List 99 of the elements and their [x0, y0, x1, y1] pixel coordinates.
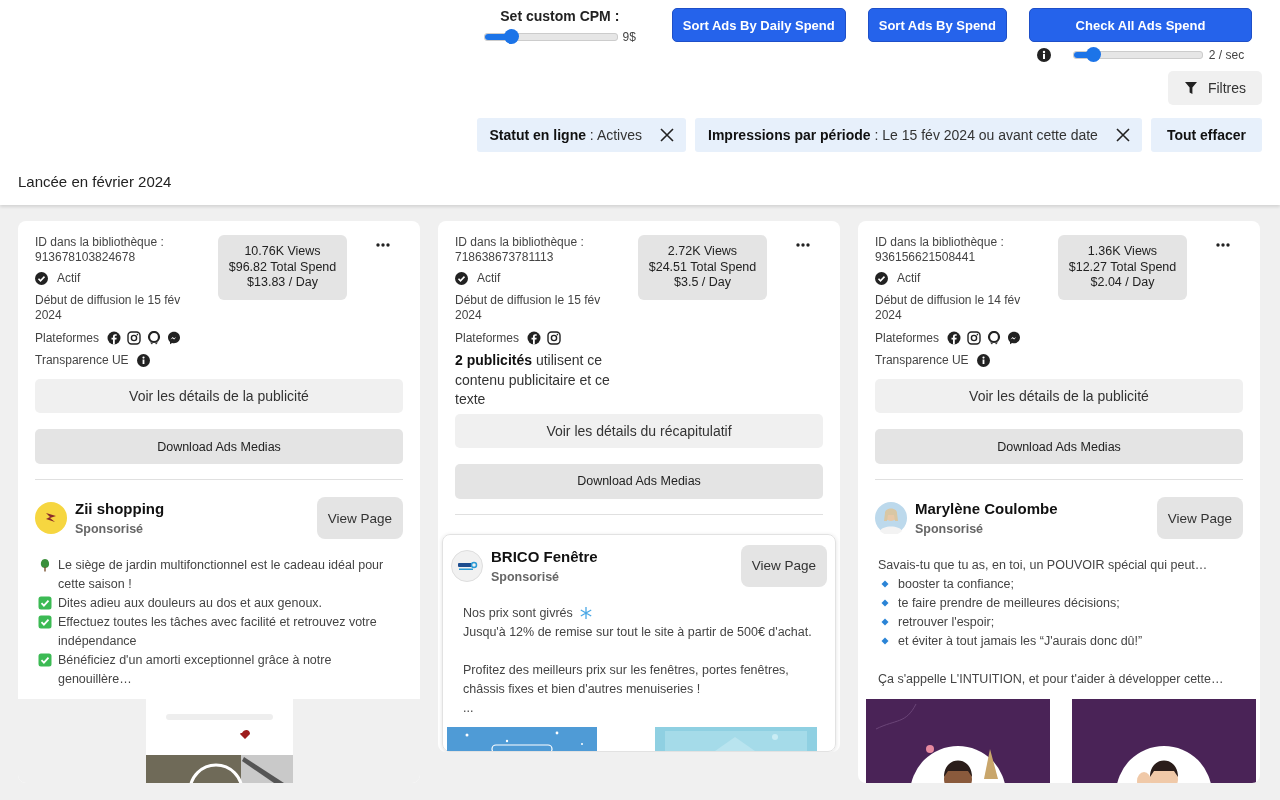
slider-thumb[interactable] — [1086, 47, 1101, 62]
audience-icon — [987, 331, 1002, 345]
stat-text: $96.82 Total Spend — [227, 259, 338, 275]
transparency-label: Transparence UE — [35, 353, 129, 367]
ad-text: Le siège de jardin multifonctionnel est le cadeau idéal pour cette saison ! — [58, 557, 385, 593]
library-id: 936156621508441 — [875, 250, 977, 265]
ad-text: Effectuez toutes les tâches avec facilité et retrouvez votre indépendance — [58, 614, 378, 650]
ad-text: Jusqu'à 12% de remise sur tout le site à partir de 500€ d'achat. — [463, 623, 812, 641]
sponsored-label: Sponsorisé — [915, 522, 985, 536]
view-page-button[interactable]: View Page — [1156, 497, 1243, 539]
slider-value: 2 / sec — [1208, 48, 1245, 62]
check-circle-icon — [35, 271, 48, 285]
ad-text: Bénéficiez d'un amorti exceptionnel grâce à notre genouillère… — [58, 652, 333, 688]
ad-text: Nos prix sont givrés — [463, 604, 573, 622]
info-icon — [976, 353, 990, 367]
slider-value: 9$ — [622, 30, 636, 44]
ad-text: te faire prendre de meilleures décisions; — [898, 595, 1120, 612]
sponsored-label: Sponsorisé — [75, 522, 145, 536]
details-button[interactable]: Voir les détails de la publicité — [875, 379, 1243, 413]
check-circle-icon — [455, 271, 468, 285]
stat-text: $12.27 Total Spend — [1067, 259, 1178, 275]
checkbox-icon — [38, 596, 52, 610]
close-icon[interactable] — [658, 126, 676, 144]
check-circle-icon — [875, 271, 888, 285]
details-button[interactable]: Voir les détails du récapitulatif — [455, 413, 823, 448]
stat-text: $13.83 / Day — [246, 275, 319, 291]
view-page-button[interactable]: View Page — [740, 544, 827, 587]
facebook-icon — [107, 331, 122, 345]
library-id: 718638673781113 — [455, 250, 555, 265]
library-id: 913678103824678 — [35, 250, 137, 265]
start-date: Début de diffusion le 15 fév 2024 — [455, 293, 602, 323]
ad-text: ... — [463, 699, 474, 717]
snowflake-icon — [578, 605, 593, 620]
filter-icon — [1183, 81, 1198, 95]
download-button[interactable]: Download Ads Medias — [35, 429, 403, 464]
more-icon — [376, 243, 390, 247]
section-title: Lancée en février 2024 — [18, 173, 173, 190]
avatar-icon — [451, 549, 483, 582]
facebook-icon — [947, 331, 962, 345]
status-text: Actif — [477, 271, 501, 285]
instagram-icon — [127, 331, 142, 345]
info-icon — [1036, 48, 1051, 62]
status-text: Actif — [57, 271, 81, 285]
stat-text: $24.51 Total Spend — [647, 259, 758, 275]
id-label: ID dans la bibliothèque : — [35, 235, 165, 250]
ad-text: et éviter à tout jamais les “J'aurais donc dû!” — [898, 633, 1143, 650]
close-icon[interactable] — [1113, 126, 1132, 144]
ad-text: booster ta confiance; — [898, 576, 1015, 593]
audience-icon — [147, 331, 162, 345]
start-date: Début de diffusion le 15 fév 2024 — [35, 293, 182, 323]
details-button[interactable]: Voir les détails de la publicité — [35, 379, 403, 413]
sort-button[interactable]: Sort Ads By Daily Spend — [671, 8, 846, 42]
stat-text: 2.72K Views — [666, 244, 739, 260]
transparency-label: Transparence UE — [875, 353, 969, 367]
chip-label: Impressions par période : Le 15 fév 2024 ou avant cette date — [708, 127, 1098, 143]
ad-text: Ça s'appelle L'INTUITION, et pour t'aider à développer cette… — [878, 671, 1224, 688]
ad-text: Dites adieu aux douleurs au dos et aux genoux. — [58, 595, 323, 612]
tree-icon — [38, 558, 52, 572]
info-icon — [136, 353, 150, 367]
ad-text: Profitez des meilleurs prix sur les fenêtres, portes fenêtres, châssis fixes et bien d'autres menuiseries ! — [463, 661, 790, 698]
ad-text: Savais-tu que tu as, en toi, un POUVOIR spécial qui peut… — [878, 557, 1208, 574]
filters-button[interactable]: Filtres — [1167, 71, 1262, 105]
cpm-label: Set custom CPM : — [500, 8, 620, 24]
view-page-button[interactable]: View Page — [316, 497, 403, 539]
status-text: Actif — [897, 271, 921, 285]
instagram-icon — [967, 331, 982, 345]
instagram-icon — [547, 331, 562, 345]
checkbox-icon — [38, 615, 52, 629]
platforms-label: Plateformes — [875, 331, 940, 345]
stat-text: $3.5 / Day — [673, 275, 732, 291]
messenger-icon — [167, 331, 182, 345]
clear-all-button[interactable]: Tout effacer — [1150, 118, 1262, 152]
advertiser-name: Zii shopping — [75, 500, 166, 517]
facebook-icon — [527, 331, 542, 345]
stat-text: $2.04 / Day — [1089, 275, 1156, 291]
more-icon — [1216, 243, 1230, 247]
id-label: ID dans la bibliothèque : — [455, 235, 585, 250]
slider-thumb[interactable] — [504, 29, 519, 44]
checkbox-icon — [38, 653, 52, 667]
download-button[interactable]: Download Ads Medias — [455, 463, 823, 499]
start-date: Début de diffusion le 14 fév 2024 — [875, 293, 1022, 323]
platforms-label: Plateformes — [455, 331, 520, 345]
sponsored-label: Sponsorisé — [491, 569, 561, 584]
avatar-icon — [35, 502, 67, 534]
stat-text: 1.36K Views — [1086, 244, 1159, 260]
ad-text: retrouver l'espoir; — [898, 614, 995, 631]
chip-label: Statut en ligne : Actives — [489, 127, 642, 143]
advertiser-name: BRICO Fenêtre — [491, 547, 599, 565]
stat-text: 10.76K Views — [243, 244, 322, 260]
avatar-icon — [875, 502, 907, 534]
id-label: ID dans la bibliothèque : — [875, 235, 1005, 250]
advertiser-name: Marylène Coulombe — [915, 500, 1059, 517]
sort-button[interactable]: Sort Ads By Spend — [867, 8, 1007, 42]
summary-text: 2 publicités utilisent ce contenu publicitaire et ce texte — [455, 351, 611, 409]
check-spend-button[interactable]: Check All Ads Spend — [1029, 8, 1252, 42]
messenger-icon — [1007, 331, 1022, 345]
download-button[interactable]: Download Ads Medias — [875, 429, 1243, 464]
platforms-label: Plateformes — [35, 331, 100, 345]
more-icon — [796, 243, 810, 247]
